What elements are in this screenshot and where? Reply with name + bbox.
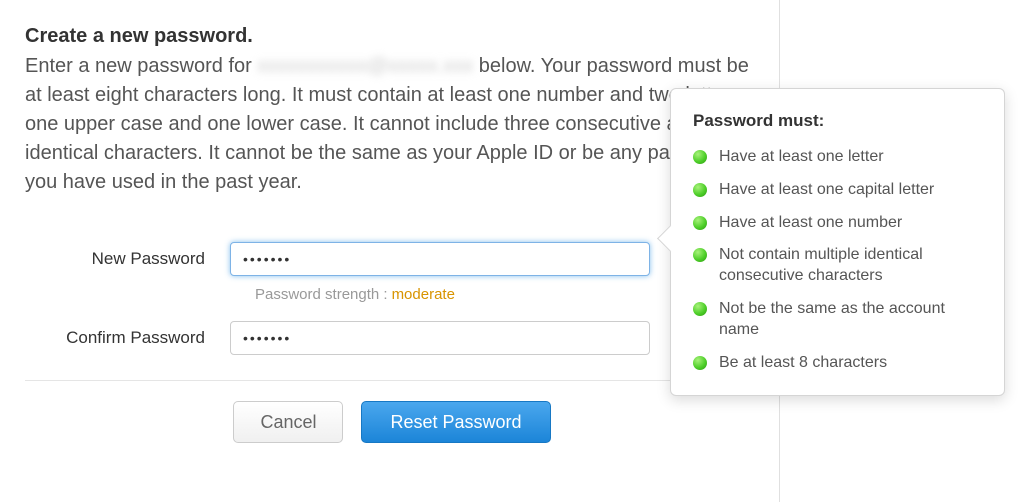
checkmark-icon bbox=[693, 302, 707, 316]
popover-title: Password must: bbox=[693, 111, 982, 131]
page-title: Create a new password. bbox=[25, 25, 759, 48]
checkmark-icon bbox=[693, 356, 707, 370]
button-row: Cancel Reset Password bbox=[25, 401, 759, 443]
checkmark-icon bbox=[693, 248, 707, 262]
cancel-button[interactable]: Cancel bbox=[233, 401, 343, 443]
password-requirements-popover: Password must: Have at least one letter … bbox=[670, 88, 1005, 396]
redacted-email: xxxxxxxxxxx@xxxxx.xxx bbox=[257, 52, 473, 81]
divider bbox=[25, 380, 759, 381]
checkmark-icon bbox=[693, 150, 707, 164]
requirement-item: Not contain multiple identical consecuti… bbox=[693, 245, 982, 287]
instructions-prefix: Enter a new password for bbox=[25, 55, 257, 77]
requirement-text: Be at least 8 characters bbox=[719, 353, 887, 374]
confirm-password-input[interactable] bbox=[230, 321, 650, 355]
requirement-text: Not contain multiple identical consecuti… bbox=[719, 245, 982, 287]
new-password-row: New Password bbox=[25, 242, 759, 276]
requirement-item: Have at least one capital letter bbox=[693, 180, 982, 201]
main-container: Create a new password. Enter a new passw… bbox=[0, 0, 780, 502]
password-strength-row: Password strength : moderate bbox=[25, 286, 759, 303]
confirm-password-row: Confirm Password bbox=[25, 321, 759, 355]
password-strength-label: Password strength : bbox=[255, 286, 388, 303]
requirement-text: Have at least one letter bbox=[719, 147, 884, 168]
requirement-item: Be at least 8 characters bbox=[693, 353, 982, 374]
requirements-list: Have at least one letter Have at least o… bbox=[693, 147, 982, 373]
requirement-text: Not be the same as the account name bbox=[719, 299, 982, 341]
new-password-label: New Password bbox=[25, 249, 230, 269]
checkmark-icon bbox=[693, 216, 707, 230]
requirement-item: Have at least one letter bbox=[693, 147, 982, 168]
confirm-password-label: Confirm Password bbox=[25, 328, 230, 348]
new-password-input[interactable] bbox=[230, 242, 650, 276]
requirement-item: Have at least one number bbox=[693, 213, 982, 234]
checkmark-icon bbox=[693, 183, 707, 197]
password-strength-value: moderate bbox=[392, 286, 455, 303]
instructions-text: Enter a new password for xxxxxxxxxxx@xxx… bbox=[25, 52, 759, 197]
requirement-text: Have at least one number bbox=[719, 213, 902, 234]
requirement-item: Not be the same as the account name bbox=[693, 299, 982, 341]
requirement-text: Have at least one capital letter bbox=[719, 180, 934, 201]
reset-password-button[interactable]: Reset Password bbox=[361, 401, 550, 443]
